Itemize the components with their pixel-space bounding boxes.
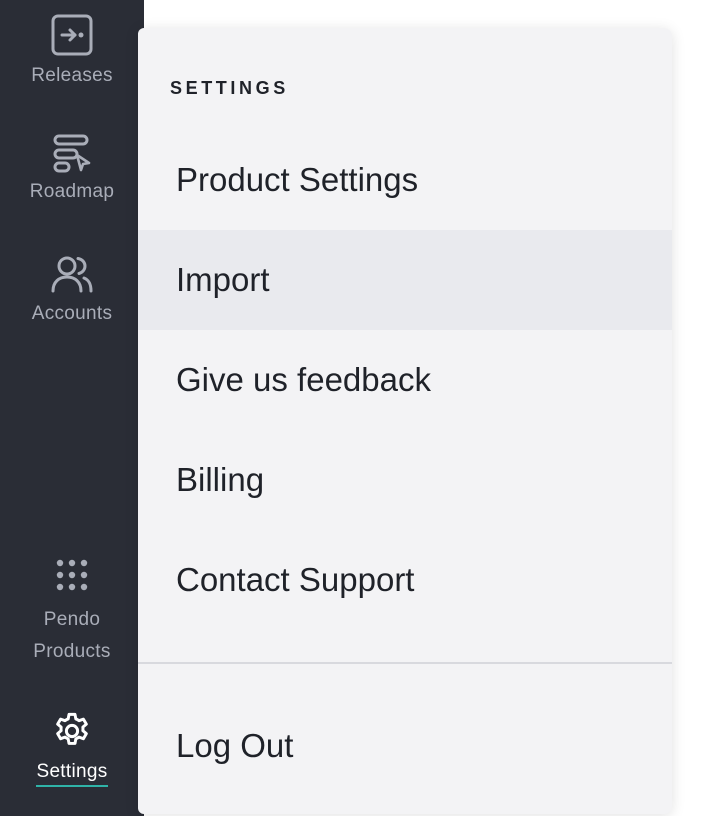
releases-icon	[51, 14, 93, 56]
sidebar-item-label: Pendo Products	[33, 609, 111, 662]
menu-heading: SETTINGS	[170, 78, 289, 98]
accounts-icon	[50, 254, 94, 294]
menu-item-billing[interactable]: Billing	[138, 430, 672, 530]
roadmap-icon	[51, 134, 93, 174]
menu-divider	[138, 662, 672, 664]
settings-dropdown-menu: SETTINGS Product Settings Import Give us…	[138, 28, 672, 814]
sidebar-item-pendo-products[interactable]: Pendo Products	[0, 558, 144, 668]
grid-dots-icon	[55, 558, 89, 592]
sidebar-item-label: Releases	[31, 65, 113, 86]
gear-icon	[51, 710, 93, 752]
sidebar-item-roadmap[interactable]: Roadmap	[0, 134, 144, 208]
menu-item-contact-support[interactable]: Contact Support	[138, 530, 672, 630]
menu-item-import[interactable]: Import	[138, 230, 672, 330]
sidebar-item-releases[interactable]: Releases	[0, 14, 144, 92]
sidebar-item-label: Accounts	[31, 303, 113, 324]
sidebar-item-label: Settings	[36, 760, 108, 787]
menu-item-product-settings[interactable]: Product Settings	[138, 130, 672, 230]
sidebar-item-accounts[interactable]: Accounts	[0, 254, 144, 330]
sidebar-nav: Releases Roadmap Accounts Pendo Products…	[0, 0, 144, 816]
sidebar-item-settings[interactable]: Settings	[0, 710, 144, 787]
menu-item-give-feedback[interactable]: Give us feedback	[138, 330, 672, 430]
menu-item-log-out[interactable]: Log Out	[138, 696, 672, 796]
sidebar-item-label: Roadmap	[29, 181, 115, 202]
